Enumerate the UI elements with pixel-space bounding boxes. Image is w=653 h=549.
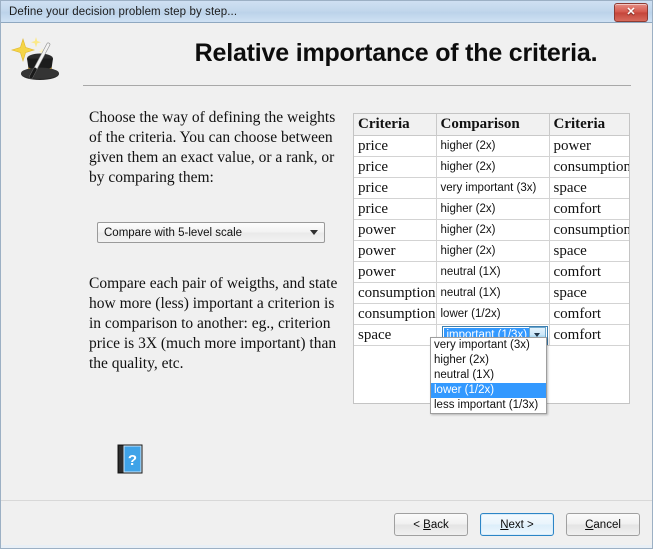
wizard-window: Define your decision problem step by ste…	[0, 0, 653, 549]
cell-comparison[interactable]: neutral (1X)	[436, 282, 550, 304]
column-header-comparison: Comparison	[436, 114, 550, 136]
cell-criteria-left: consumption	[354, 303, 437, 325]
table-body: price higher (2x) power price higher (2x…	[354, 135, 629, 346]
cell-comparison[interactable]: higher (2x)	[436, 156, 550, 178]
help-book-icon[interactable]: ?	[117, 444, 143, 474]
table-row[interactable]: power neutral (1X) comfort	[354, 261, 629, 283]
back-button-label: < Back	[413, 518, 449, 531]
next-button-label: Next >	[500, 518, 534, 531]
close-button[interactable]: ✕	[614, 3, 648, 22]
method-select[interactable]: Compare with 5-level scale	[97, 222, 325, 243]
dropdown-option[interactable]: higher (2x)	[431, 353, 546, 368]
cell-comparison[interactable]: lower (1/2x)	[436, 303, 550, 325]
table-row[interactable]: price higher (2x) consumption	[354, 156, 629, 178]
magic-hat-icon	[10, 37, 59, 80]
svg-text:?: ?	[128, 452, 137, 469]
cell-criteria-left: power	[354, 261, 437, 283]
cell-criteria-right: comfort	[549, 324, 629, 346]
cell-comparison[interactable]: higher (2x)	[436, 240, 550, 262]
table-row[interactable]: consumption neutral (1X) space	[354, 282, 629, 304]
back-button[interactable]: < Back	[394, 513, 468, 536]
cell-criteria-left: price	[354, 177, 437, 199]
cell-comparison[interactable]: higher (2x)	[436, 198, 550, 220]
intro-instructions: Choose the way of defining the weights o…	[89, 109, 336, 186]
cell-criteria-right: space	[549, 282, 629, 304]
cell-criteria-left: space	[354, 324, 437, 346]
header-divider	[83, 85, 631, 86]
dropdown-option[interactable]: less important (1/3x)	[431, 398, 546, 413]
wizard-button-row: < Back Next > Cancel	[394, 513, 640, 536]
cell-criteria-right: consumption	[549, 156, 629, 178]
comparison-dropdown-list[interactable]: very important (3x) higher (2x) neutral …	[430, 337, 547, 414]
cancel-button[interactable]: Cancel	[566, 513, 640, 536]
table-row[interactable]: consumption lower (1/2x) comfort	[354, 303, 629, 325]
column-header-criteria-right: Criteria	[549, 114, 629, 136]
cell-comparison[interactable]: higher (2x)	[436, 219, 550, 241]
cell-comparison[interactable]: very important (3x)	[436, 177, 550, 199]
dropdown-option[interactable]: neutral (1X)	[431, 368, 546, 383]
next-button[interactable]: Next >	[480, 513, 554, 536]
table-row[interactable]: price higher (2x) power	[354, 135, 629, 157]
column-header-criteria-left: Criteria	[354, 114, 437, 136]
cell-criteria-left: power	[354, 219, 437, 241]
chevron-down-icon	[304, 230, 324, 235]
window-bottom-strip	[1, 545, 652, 548]
cell-criteria-left: consumption	[354, 282, 437, 304]
cell-comparison[interactable]: neutral (1X)	[436, 261, 550, 283]
table-header-row: Criteria Comparison Criteria	[354, 114, 629, 136]
cell-criteria-left: price	[354, 156, 437, 178]
table-row[interactable]: price higher (2x) comfort	[354, 198, 629, 220]
comparison-table: Criteria Comparison Criteria price highe…	[354, 114, 629, 346]
cell-criteria-right: comfort	[549, 198, 629, 220]
cell-criteria-right: comfort	[549, 303, 629, 325]
header-banner: Relative importance of the criteria.	[1, 23, 652, 93]
close-icon: ✕	[626, 6, 636, 18]
cell-criteria-right: power	[549, 135, 629, 157]
dropdown-option[interactable]: very important (3x)	[431, 338, 546, 353]
cell-criteria-left: price	[354, 135, 437, 157]
table-row[interactable]: power higher (2x) space	[354, 240, 629, 262]
cell-criteria-left: price	[354, 198, 437, 220]
cancel-button-label: Cancel	[585, 518, 621, 531]
cell-comparison[interactable]: higher (2x)	[436, 135, 550, 157]
cell-criteria-right: space	[549, 240, 629, 262]
cell-criteria-left: power	[354, 240, 437, 262]
page-title: Relative importance of the criteria.	[194, 39, 598, 67]
title-bar: Define your decision problem step by ste…	[1, 1, 652, 23]
method-select-value: Compare with 5-level scale	[104, 226, 243, 239]
dropdown-option-selected[interactable]: lower (1/2x)	[431, 383, 546, 398]
cell-criteria-right: consumption	[549, 219, 629, 241]
cell-criteria-right: comfort	[549, 261, 629, 283]
cell-criteria-right: space	[549, 177, 629, 199]
explanation-text: Compare each pair of weigths, and state …	[89, 275, 338, 372]
footer-divider	[1, 500, 652, 501]
table-row[interactable]: power higher (2x) consumption	[354, 219, 629, 241]
table-row[interactable]: price very important (3x) space	[354, 177, 629, 199]
window-title: Define your decision problem step by ste…	[9, 5, 238, 18]
